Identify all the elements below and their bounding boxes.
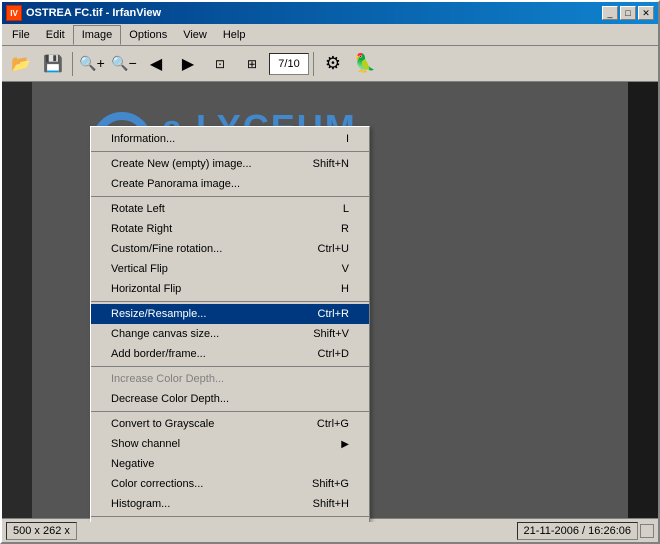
open-button[interactable]: 📂 xyxy=(6,50,36,78)
image-bg-right xyxy=(628,82,658,522)
menu-decrease-color-depth[interactable]: Decrease Color Depth... xyxy=(91,389,369,409)
image-dimensions: 500 x 262 x xyxy=(6,522,77,540)
menu-vertical-flip[interactable]: Vertical Flip V xyxy=(91,259,369,279)
menu-help[interactable]: Help xyxy=(215,25,254,45)
title-bar-buttons: _ □ ✕ xyxy=(602,6,654,20)
resize-grip[interactable] xyxy=(640,524,654,538)
close-button[interactable]: ✕ xyxy=(638,6,654,20)
app-icon: IV xyxy=(6,5,22,21)
menu-rotate-left[interactable]: Rotate Left L xyxy=(91,199,369,219)
settings-button[interactable]: ⚙ xyxy=(318,50,348,78)
menu-show-channel[interactable]: Show channel ▶ xyxy=(91,434,369,454)
menu-section-effects: Auto adjust colors Shift+U Sharpen Shift… xyxy=(91,517,369,522)
minimize-button[interactable]: _ xyxy=(602,6,618,20)
menu-histogram[interactable]: Histogram... Shift+H xyxy=(91,494,369,514)
menu-section-create: Create New (empty) image... Shift+N Crea… xyxy=(91,152,369,197)
menu-edit[interactable]: Edit xyxy=(38,25,73,45)
datetime-status: 21-11-2006 / 16:26:06 xyxy=(517,522,638,540)
status-right: 21-11-2006 / 16:26:06 xyxy=(515,522,654,540)
fullsize-button[interactable]: ⊞ xyxy=(237,50,267,78)
zoom-in-button[interactable]: 🔍+ xyxy=(77,50,107,78)
prev-button[interactable]: ◀ xyxy=(141,50,171,78)
menu-rotate-right[interactable]: Rotate Right R xyxy=(91,219,369,239)
maximize-button[interactable]: □ xyxy=(620,6,636,20)
title-bar: IV OSTREA FC.tif - IrfanView _ □ ✕ xyxy=(2,2,658,24)
menu-color-corrections[interactable]: Color corrections... Shift+G xyxy=(91,474,369,494)
menu-create-panorama[interactable]: Create Panorama image... xyxy=(91,174,369,194)
info-button[interactable]: 🦜 xyxy=(350,50,380,78)
menu-section-color-depth: Increase Color Depth... Decrease Color D… xyxy=(91,367,369,412)
menu-increase-color-depth: Increase Color Depth... xyxy=(91,369,369,389)
zoom-out-button[interactable]: 🔍− xyxy=(109,50,139,78)
menu-custom-rotation[interactable]: Custom/Fine rotation... Ctrl+U xyxy=(91,239,369,259)
menu-bar: File Edit Image Options View Help xyxy=(2,24,658,46)
toolbar: 📂 💾 🔍+ 🔍− ◀ ▶ ⊡ ⊞ 7/10 ⚙ 🦜 xyxy=(2,46,658,82)
menu-add-border[interactable]: Add border/frame... Ctrl+D xyxy=(91,344,369,364)
menu-options[interactable]: Options xyxy=(121,25,175,45)
save-button[interactable]: 💾 xyxy=(38,50,68,78)
toolbar-separator-2 xyxy=(313,52,314,76)
toolbar-separator-1 xyxy=(72,52,73,76)
main-window: IV OSTREA FC.tif - IrfanView _ □ ✕ File … xyxy=(0,0,660,544)
menu-auto-adjust[interactable]: Auto adjust colors Shift+U xyxy=(91,519,369,522)
fit-window-button[interactable]: ⊡ xyxy=(205,50,235,78)
page-indicator: 7/10 xyxy=(269,53,309,75)
menu-negative[interactable]: Negative xyxy=(91,454,369,474)
menu-file[interactable]: File xyxy=(4,25,38,45)
menu-information[interactable]: Information... I xyxy=(91,129,369,149)
menu-create-new[interactable]: Create New (empty) image... Shift+N xyxy=(91,154,369,174)
menu-section-info: Information... I xyxy=(91,127,369,152)
next-button[interactable]: ▶ xyxy=(173,50,203,78)
main-area: a LYCEUM HOLENGEMEENSCHAP Information...… xyxy=(2,82,658,522)
menu-convert-grayscale[interactable]: Convert to Grayscale Ctrl+G xyxy=(91,414,369,434)
menu-horizontal-flip[interactable]: Horizontal Flip H xyxy=(91,279,369,299)
menu-image[interactable]: Image xyxy=(73,25,122,45)
menu-section-resize: Resize/Resample... Ctrl+R Change canvas … xyxy=(91,302,369,367)
image-dropdown-menu: Information... I Create New (empty) imag… xyxy=(90,126,370,522)
menu-section-colors: Convert to Grayscale Ctrl+G Show channel… xyxy=(91,412,369,517)
menu-resize-resample[interactable]: Resize/Resample... Ctrl+R xyxy=(91,304,369,324)
menu-canvas-size[interactable]: Change canvas size... Shift+V xyxy=(91,324,369,344)
window-title: OSTREA FC.tif - IrfanView xyxy=(26,7,161,19)
image-bg-left xyxy=(2,82,32,522)
title-bar-left: IV OSTREA FC.tif - IrfanView xyxy=(6,5,161,21)
menu-view[interactable]: View xyxy=(175,25,215,45)
menu-section-transform: Rotate Left L Rotate Right R Custom/Fine… xyxy=(91,197,369,302)
